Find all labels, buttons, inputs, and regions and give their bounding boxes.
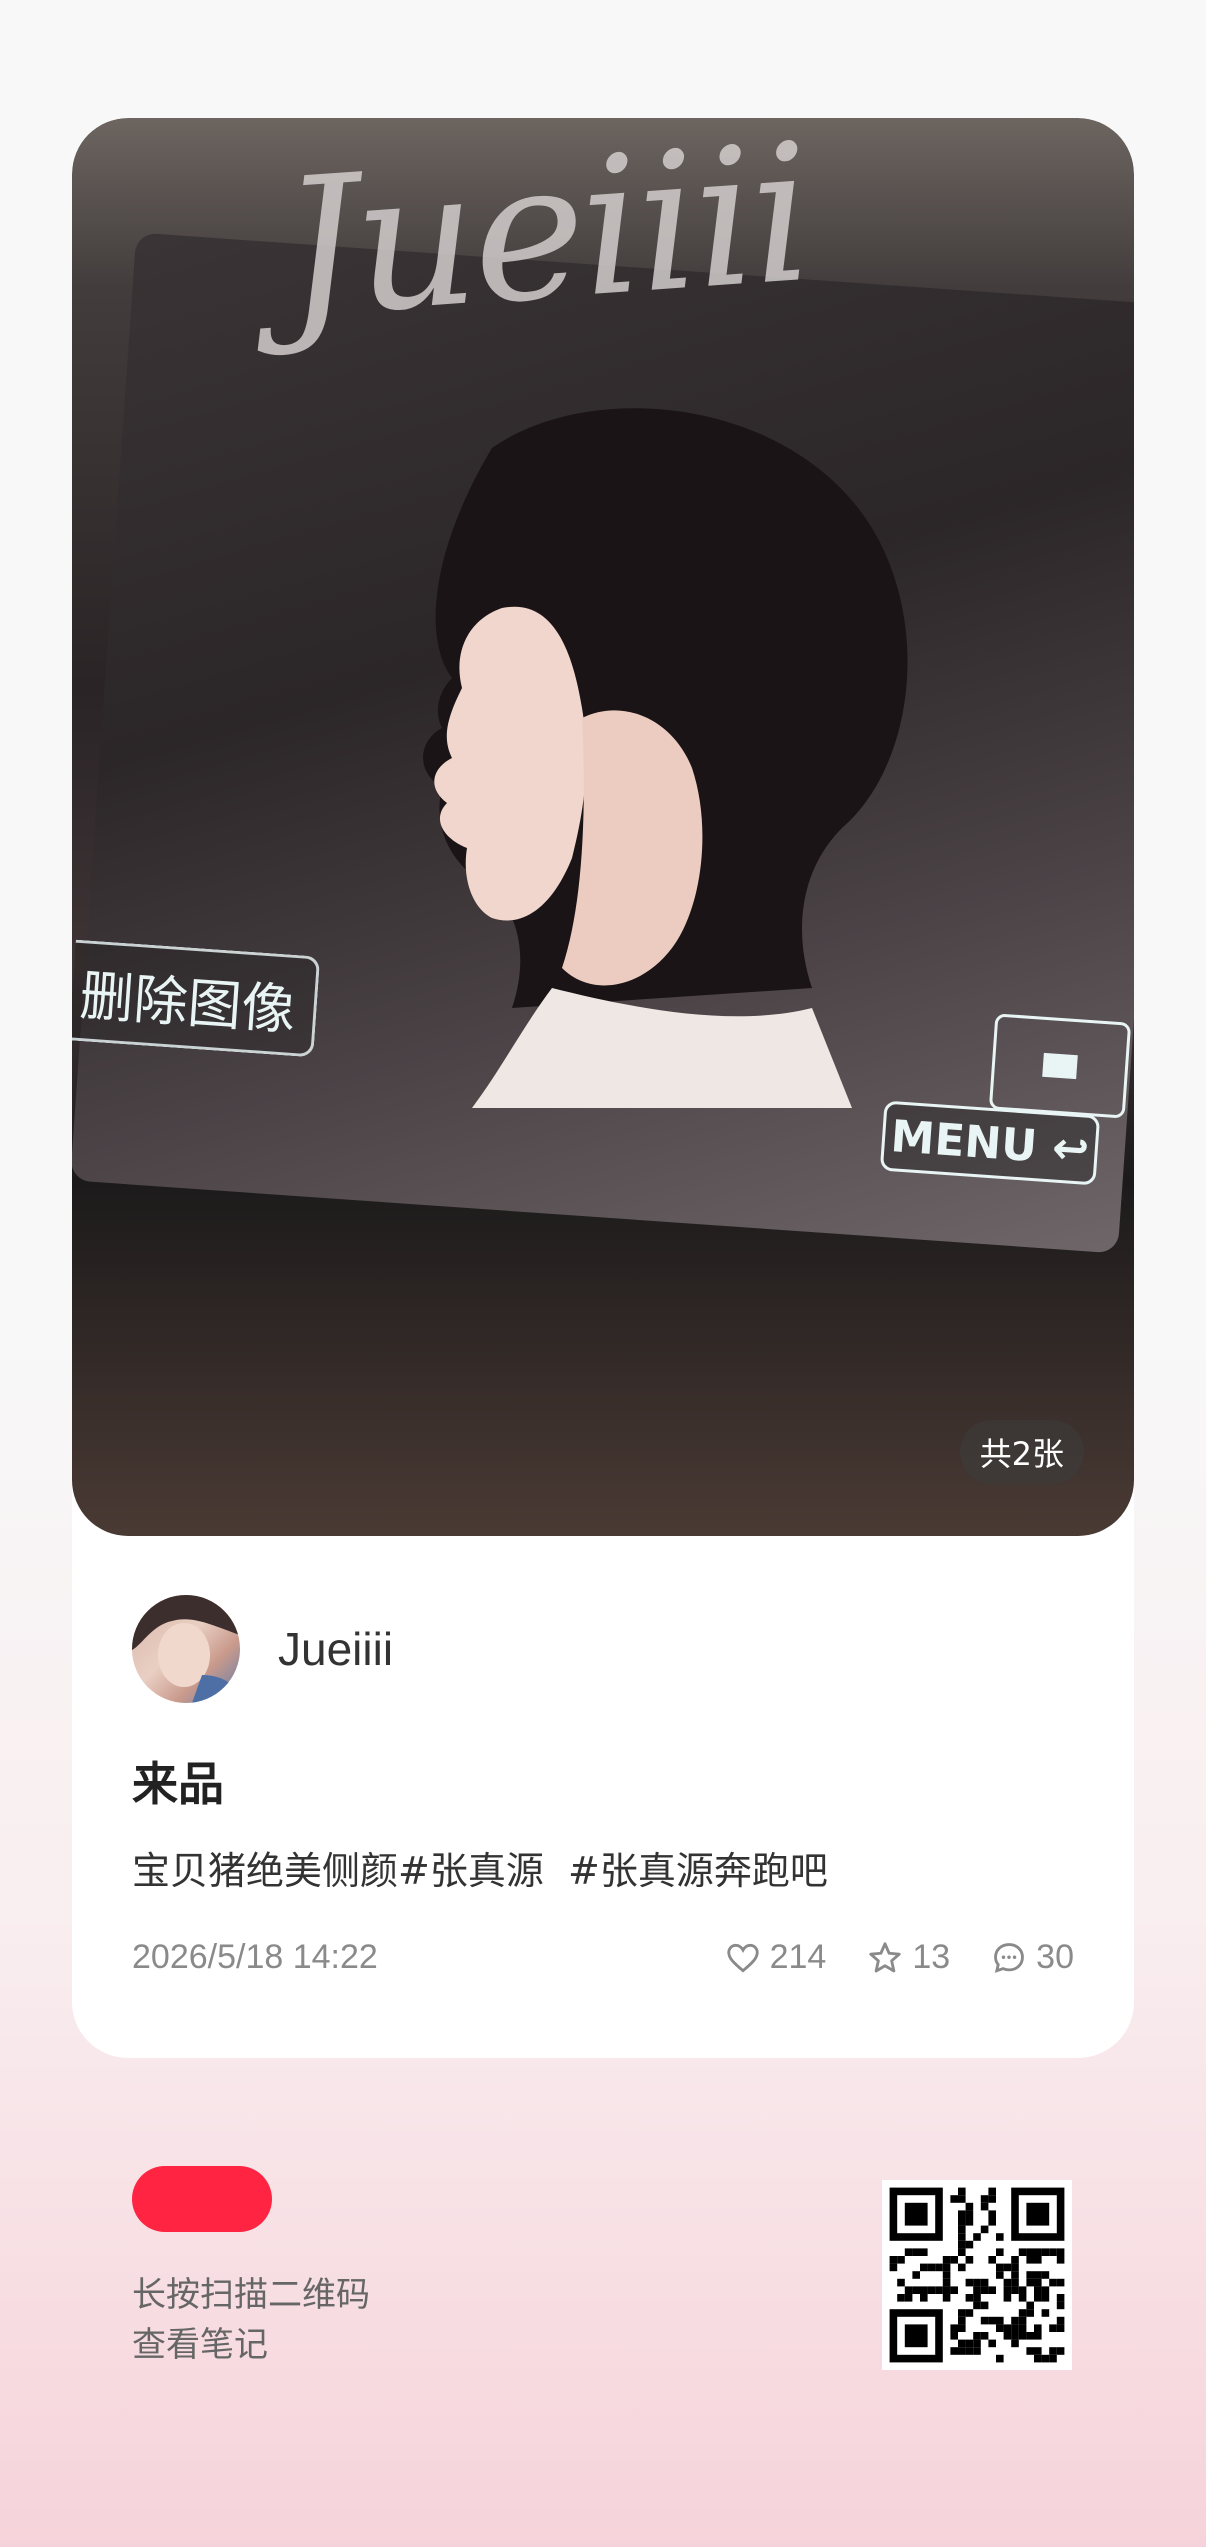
meta-row: 2026/5/18 14:22 214 13 30 (132, 1938, 1074, 1977)
collect-count: 13 (912, 1938, 951, 1976)
portrait-silhouette (423, 408, 908, 1108)
comment-icon (994, 1942, 1025, 1973)
comment-count: 30 (1036, 1938, 1074, 1976)
note-title: 来品 (132, 1757, 224, 1811)
note-card: Jueiiii 删除图像 MENU ↩ 共2张 Jueiiii 来品 宝贝猪绝美… (72, 118, 1134, 2058)
author-name[interactable]: Jueiiii (278, 1622, 393, 1676)
qr-hint: 长按扫描二维码 查看笔记 (132, 2270, 370, 2370)
qr-code-icon (889, 2187, 1065, 2363)
avatar[interactable] (132, 1595, 240, 1703)
qr-hint-line-2: 查看笔记 (132, 2325, 268, 2365)
author-row[interactable]: Jueiiii (132, 1595, 393, 1703)
like-stat[interactable]: 214 (724, 1938, 827, 1977)
image-count-badge: 共2张 (959, 1420, 1084, 1484)
avatar-face-icon (132, 1595, 240, 1703)
comment-stat[interactable]: 30 (990, 1938, 1074, 1977)
star-icon (869, 1941, 902, 1972)
camera-menu-label: MENU ↩ (879, 1100, 1101, 1186)
camera-stop-icon (988, 1013, 1132, 1119)
qr-code[interactable] (882, 2180, 1072, 2370)
heart-icon (726, 1943, 759, 1973)
post-photo[interactable]: Jueiiii 删除图像 MENU ↩ 共2张 (72, 118, 1134, 1536)
note-description: 宝贝猪绝美侧颜#张真源 #张真源奔跑吧 (132, 1849, 828, 1893)
watermark-text: Jueiiii (274, 118, 816, 361)
camera-delete-label: 删除图像 (72, 939, 321, 1058)
qr-hint-line-1: 长按扫描二维码 (132, 2275, 370, 2315)
like-count: 214 (769, 1938, 827, 1976)
post-date: 2026/5/18 14:22 (132, 1938, 378, 1976)
collect-stat[interactable]: 13 (866, 1938, 950, 1977)
brand-logo-pill (132, 2166, 272, 2232)
